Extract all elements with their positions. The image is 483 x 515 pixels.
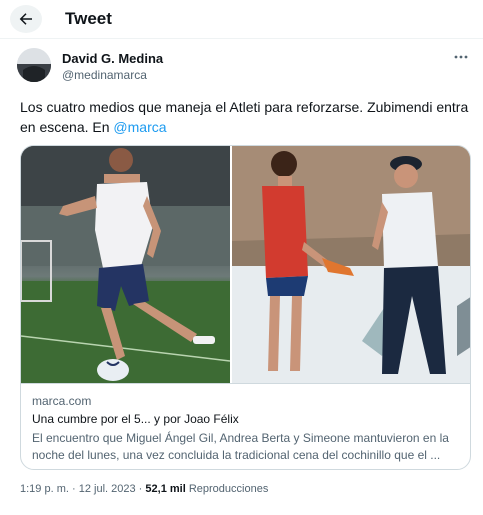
- avatar[interactable]: [17, 48, 51, 82]
- footballer-illustration: [21, 146, 230, 383]
- card-domain: marca.com: [32, 394, 92, 408]
- meta-separator-2: ·: [138, 483, 143, 495]
- card-description: El encuentro que Miguel Ángel Gil, Andre…: [32, 431, 449, 462]
- page-title: Tweet: [65, 9, 112, 28]
- card-title: Una cumbre por el 5... y por Joao Félix: [32, 412, 239, 426]
- tweet-text: Los cuatro medios que maneja el Atleti p…: [20, 97, 470, 137]
- views-count: 52,1 mil: [145, 483, 186, 495]
- tweet-date[interactable]: 12 jul. 2023: [79, 483, 136, 495]
- tweet-meta: 1:19 p. m. · 12 jul. 2023 · 52,1 mil Rep…: [20, 483, 268, 495]
- card-image-left: [21, 146, 230, 383]
- tweet-body: Los cuatro medios que maneja el Atleti p…: [20, 99, 469, 135]
- link-card[interactable]: marca.com Una cumbre por el 5... y por J…: [20, 145, 471, 470]
- avatar-image: [17, 48, 51, 82]
- header-divider: [0, 38, 483, 39]
- back-button[interactable]: [10, 5, 42, 33]
- views-label: Reproducciones: [188, 483, 269, 495]
- card-details[interactable]: marca.com Una cumbre por el 5... y por J…: [21, 383, 470, 469]
- more-options-button[interactable]: [451, 50, 471, 64]
- tweet-time[interactable]: 1:19 p. m.: [20, 483, 69, 495]
- card-image[interactable]: [21, 146, 470, 383]
- card-image-right: [232, 146, 470, 383]
- arrow-left-icon: [19, 13, 32, 25]
- mention-link[interactable]: @marca: [113, 119, 166, 135]
- top-bar: Tweet: [0, 0, 483, 38]
- meta-separator: ·: [71, 483, 76, 495]
- author-name[interactable]: David G. Medina: [62, 51, 163, 66]
- more-icon: [454, 55, 468, 59]
- author-handle[interactable]: @medinamarca: [62, 68, 147, 82]
- training-illustration: [232, 146, 470, 383]
